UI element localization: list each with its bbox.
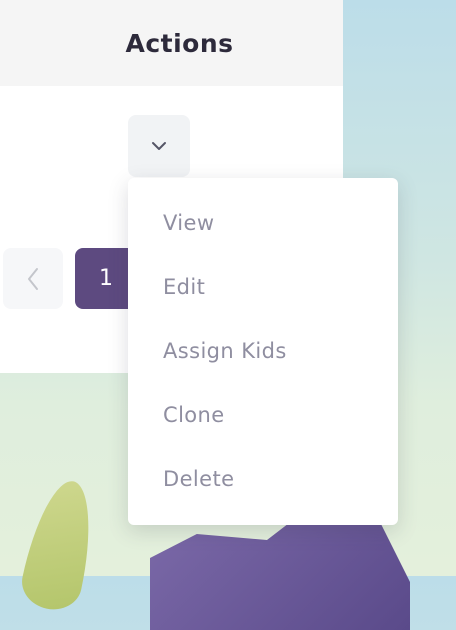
- pagination-prev-button[interactable]: [3, 248, 63, 309]
- chevron-down-icon: [152, 142, 166, 150]
- table-header: Actions: [0, 0, 343, 86]
- actions-dropdown-toggle[interactable]: [128, 115, 190, 177]
- menu-item-edit[interactable]: Edit: [128, 255, 398, 319]
- background-leaf: [17, 475, 103, 615]
- menu-item-clone[interactable]: Clone: [128, 383, 398, 447]
- menu-item-assign-kids[interactable]: Assign Kids: [128, 319, 398, 383]
- actions-column-header: Actions: [125, 28, 234, 58]
- menu-item-delete[interactable]: Delete: [128, 447, 398, 511]
- chevron-left-icon: [28, 267, 38, 290]
- actions-dropdown-menu: View Edit Assign Kids Clone Delete: [128, 178, 398, 525]
- background-rock: [150, 510, 410, 630]
- menu-item-view[interactable]: View: [128, 191, 398, 255]
